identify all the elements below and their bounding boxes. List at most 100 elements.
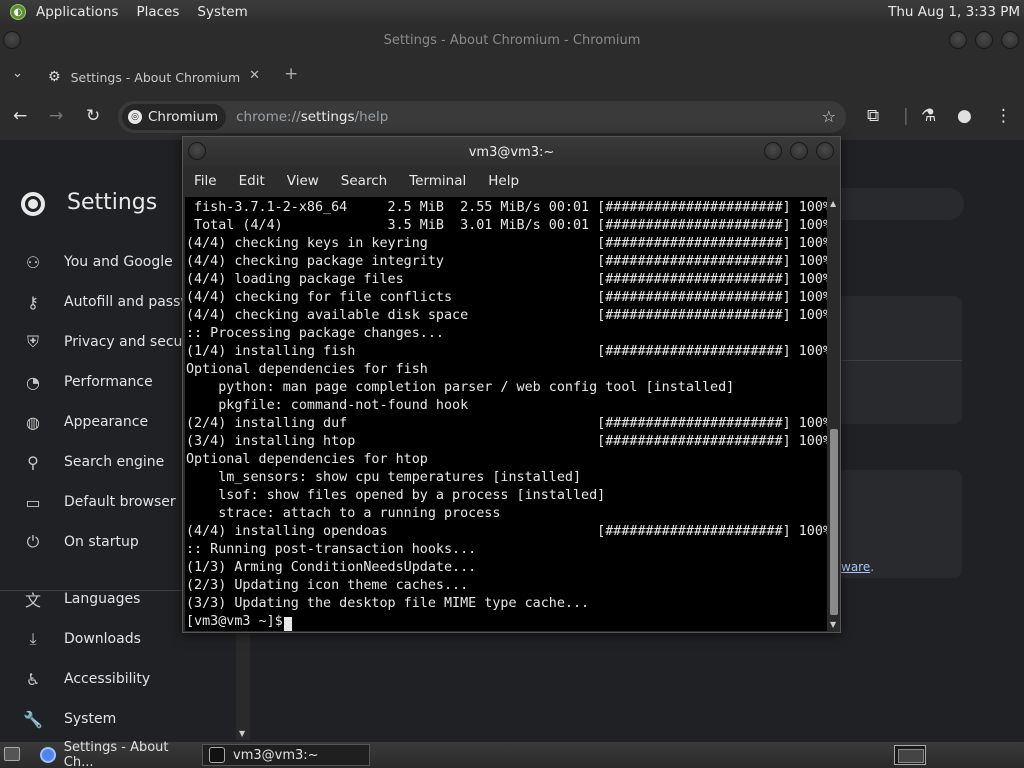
sidebar-item-label: Languages	[64, 591, 141, 607]
system-menu[interactable]: System	[197, 4, 247, 20]
taskbar-item-terminal[interactable]: vm3@vm3:~	[202, 744, 370, 766]
menu-edit[interactable]: Edit	[239, 173, 265, 189]
terminal-line: (1/3) Arming ConditionNeedsUpdate...	[186, 560, 477, 575]
scroll-down-icon[interactable]: ▼	[239, 729, 245, 738]
terminal-line: (4/4) installing opendoas [#############…	[186, 524, 827, 539]
tab-search-chevron-icon[interactable]: ⌄	[12, 66, 23, 81]
terminal-output[interactable]: fish-3.7.1-2-x86_64 2.5 MiB 2.55 MiB/s 0…	[185, 197, 827, 631]
sidebar-item-label: Autofill and passwo	[64, 294, 201, 310]
partial-link[interactable]: ware.	[841, 560, 874, 574]
chromium-logo-icon: ◎	[128, 110, 142, 124]
terminal-window: vm3@vm3:~ File Edit View Search Terminal…	[182, 136, 841, 633]
sidebar-item-label: System	[64, 711, 117, 727]
new-tab-icon[interactable]: +	[284, 64, 298, 84]
terminal-lines: fish-3.7.1-2-x86_64 2.5 MiB 2.55 MiB/s 0…	[186, 199, 827, 631]
distro-logo-icon[interactable]: ◐	[10, 4, 26, 20]
settings-card	[836, 296, 962, 424]
sidebar-item-label: Downloads	[64, 631, 141, 647]
terminal-menubar: File Edit View Search Terminal Help	[183, 167, 840, 195]
terminal-line: Optional dependencies for htop	[186, 452, 428, 467]
url-text[interactable]: chrome://settings/help	[236, 109, 388, 125]
sidebar-item-label: Search engine	[64, 454, 165, 470]
chromium-settings-logo-icon	[21, 192, 45, 216]
taskbar-item-chromium[interactable]: Settings - About Ch...	[34, 740, 200, 768]
chromium-icon	[40, 747, 56, 763]
workspace-switcher[interactable]	[894, 745, 926, 765]
terminal-line: (4/4) checking keys in keyring [########…	[186, 236, 827, 251]
chromium-titlebar[interactable]: Settings - About Chromium - Chromium	[0, 24, 1024, 56]
menu-terminal[interactable]: Terminal	[409, 173, 466, 189]
maximize-button[interactable]	[975, 31, 993, 49]
terminal-line: lm_sensors: show cpu temperatures [insta…	[186, 470, 582, 485]
close-window-button[interactable]	[1001, 31, 1019, 49]
menu-help[interactable]: Help	[488, 173, 519, 189]
places-menu[interactable]: Places	[136, 4, 179, 20]
scrollbar-thumb[interactable]	[830, 429, 838, 615]
sidebar-item-label: Default browser	[64, 494, 176, 510]
gear-icon: ⚙	[48, 69, 61, 85]
terminal-line: Total (4/4) 3.5 MiB 3.01 MiB/s 00:01 [##…	[186, 218, 827, 233]
terminal-scrollbar[interactable]: ▲ ▼	[828, 197, 840, 631]
top-panel: ◐ Applications Places System Thu Aug 1, …	[0, 0, 1024, 24]
terminal-maximize-button[interactable]	[790, 142, 808, 160]
panel-menu: ◐ Applications Places System	[10, 4, 248, 20]
show-desktop-icon[interactable]	[4, 747, 20, 761]
sidebar-item-label: On startup	[64, 534, 139, 550]
panel-clock[interactable]: Thu Aug 1, 3:33 PM	[888, 4, 1020, 20]
sidebar-item[interactable]: ♿ Accessibility	[0, 659, 236, 699]
forward-icon[interactable]: →	[49, 106, 63, 126]
terminal-line: fish-3.7.1-2-x86_64 2.5 MiB 2.55 MiB/s 0…	[186, 200, 827, 215]
terminal-line: (3/3) Updating the desktop file MIME typ…	[186, 596, 590, 611]
terminal-window-menu-button[interactable]	[188, 142, 206, 160]
sidebar-item-label: You and Google	[64, 254, 173, 270]
terminal-line: [vm3@vm3 ~]$	[186, 614, 291, 629]
window-menu-button[interactable]	[3, 31, 21, 49]
close-tab-icon[interactable]: ✕	[249, 68, 260, 83]
terminal-line: (4/4) checking package integrity [######…	[186, 254, 827, 269]
terminal-icon	[209, 747, 225, 763]
menu-view[interactable]: View	[287, 173, 319, 189]
omnibox[interactable]: ◎ Chromium chrome://settings/help ☆	[118, 101, 846, 133]
scroll-up-icon[interactable]: ▲	[830, 199, 836, 208]
tab-settings[interactable]: ⚙ Settings - About Chromium ✕	[36, 60, 272, 94]
reload-icon[interactable]: ↻	[86, 106, 100, 126]
applications-menu[interactable]: Applications	[36, 4, 118, 20]
minimize-button[interactable]	[949, 31, 967, 49]
wrench-icon: 🔧	[23, 709, 43, 729]
labs-flask-icon[interactable]: ⚗	[921, 106, 936, 126]
terminal-line: (2/4) installing duf [##################…	[186, 416, 827, 431]
sidebar-item-label: Privacy and securit	[64, 334, 198, 350]
extensions-icon[interactable]: ⧉	[867, 106, 879, 126]
more-menu-icon[interactable]: ⋮	[995, 106, 1012, 126]
terminal-titlebar[interactable]: vm3@vm3:~	[183, 137, 840, 167]
sidebar-item[interactable]: 🔧 System	[0, 699, 236, 739]
profile-avatar-icon[interactable]: ●	[957, 106, 972, 126]
terminal-close-button[interactable]	[816, 142, 834, 160]
bookmark-star-icon[interactable]: ☆	[822, 107, 836, 126]
terminal-cursor	[284, 617, 292, 631]
tab-title: Settings - About Chromium	[70, 69, 241, 85]
site-info-chip[interactable]: ◎ Chromium	[122, 104, 227, 130]
bottom-taskbar: Settings - About Ch... vm3@vm3:~	[0, 740, 1024, 768]
terminal-minimize-button[interactable]	[764, 142, 782, 160]
terminal-line: Optional dependencies for fish	[186, 362, 428, 377]
accessibility-icon: ♿	[25, 669, 41, 689]
menu-search[interactable]: Search	[341, 173, 387, 189]
chromium-window-title: Settings - About Chromium - Chromium	[383, 32, 641, 48]
sidebar-item-label: Appearance	[64, 414, 149, 430]
scroll-down-icon[interactable]: ▼	[830, 620, 836, 629]
terminal-line: pkgfile: command-not-found hook	[186, 398, 469, 413]
back-icon[interactable]: ←	[13, 106, 27, 126]
tab-strip: ⌄ ⚙ Settings - About Chromium ✕ +	[0, 56, 1024, 94]
browser-toolbar: ← → ↻ ◎ Chromium chrome://settings/help …	[0, 94, 1024, 140]
toolbar-divider: |	[903, 106, 909, 126]
site-chip-label: Chromium	[148, 109, 219, 125]
menu-file[interactable]: File	[194, 173, 217, 189]
power-icon: ⏻	[26, 532, 40, 551]
terminal-line: :: Running post-transaction hooks...	[186, 542, 477, 557]
browser-icon: ▭	[25, 492, 41, 512]
sidebar-item-label: Accessibility	[64, 671, 151, 687]
download-icon: ⤓	[29, 629, 37, 648]
taskbar-label: Settings - About Ch...	[63, 740, 169, 768]
terminal-line: (4/4) checking for file conflicts [#####…	[186, 290, 827, 305]
